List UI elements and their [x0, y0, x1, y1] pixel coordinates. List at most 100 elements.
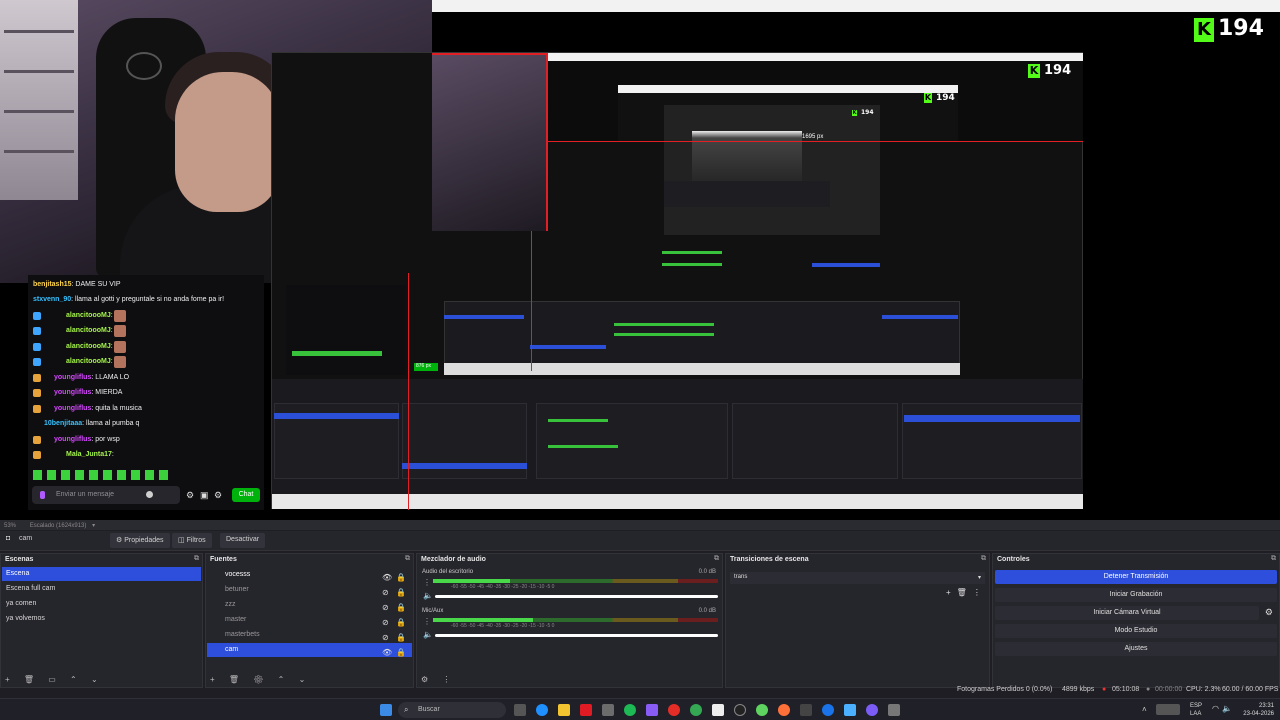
volume-meter [433, 579, 718, 583]
chat-user: stxvenn_90 [33, 296, 72, 303]
app-icon[interactable] [646, 704, 658, 716]
chat-text: : [110, 358, 113, 365]
acrobat-icon[interactable] [580, 704, 592, 716]
volume-icon[interactable]: 🔈 [1222, 704, 1232, 713]
chat-text: : LLAMA LO [91, 374, 130, 381]
app-icon[interactable] [888, 704, 900, 716]
obs-icon[interactable] [734, 704, 746, 716]
transition-actions[interactable]: +🗑⋮ [946, 588, 987, 597]
language-indicator[interactable]: ESP LAA [1190, 702, 1202, 718]
red-guide [432, 53, 547, 55]
search-icon: ⌕ [404, 705, 409, 714]
scene-item[interactable]: ya comen [2, 597, 201, 611]
speaker-icon[interactable]: 🔈 [423, 591, 433, 600]
settings-app-icon[interactable] [602, 704, 614, 716]
app-icon[interactable] [844, 704, 856, 716]
viewer-count: 194 [1218, 16, 1264, 41]
tray-icons[interactable] [1156, 704, 1180, 715]
settings-button[interactable]: Ajustes [995, 642, 1277, 656]
chat-text: : MIERDA [91, 389, 123, 396]
chat-input[interactable]: Enviar un mensaje [32, 486, 180, 504]
red-guide [547, 141, 1083, 142]
properties-button[interactable]: ⚙ Propiedades [110, 533, 170, 548]
app-icon[interactable] [712, 704, 724, 716]
firefox-icon[interactable] [778, 704, 790, 716]
start-virtualcam-button[interactable]: Iniciar Cámara Virtual [995, 606, 1259, 620]
clock-time: 23:31 [1258, 703, 1274, 709]
nested-selection [530, 345, 606, 349]
visibility-icons[interactable]: 👁 ⊘ ⊘ ⊘ ⊘ 👁 [382, 570, 392, 660]
clock[interactable]: 23:31 23-04-2026 [1236, 702, 1274, 718]
source-toolbar: ◘ cam ⚙ Propiedades ◫ Filtros Desactivar [0, 531, 1280, 551]
chat-user: alancitoooMJ [66, 358, 111, 365]
dock-undock-icon[interactable]: ⧉ [981, 555, 986, 563]
youtube-icon[interactable] [668, 704, 680, 716]
channel-name: Mic/Aux [422, 608, 444, 614]
deactivate-button[interactable]: Desactivar [220, 533, 266, 548]
studio-mode-button[interactable]: Modo Estudio [995, 624, 1277, 638]
bitrate: 4899 kbps [1062, 686, 1095, 693]
nested-source-sel [402, 463, 527, 469]
wifi-icon[interactable]: ◠ [1212, 704, 1219, 713]
px-label-1: 1695 px [802, 134, 824, 140]
lock-icons[interactable]: 🔒 🔒 🔒 🔒 🔒 🔒 [396, 570, 406, 660]
stop-stream-button[interactable]: Detener Transmisión [995, 570, 1277, 584]
spotify-icon[interactable] [624, 704, 636, 716]
dock-undock-icon[interactable]: ⧉ [714, 555, 719, 563]
shelf-image [0, 0, 78, 200]
channel-menu-icon[interactable]: ⋮ [423, 617, 431, 626]
nested-scene-sel [274, 413, 399, 419]
nested-mixer [536, 403, 728, 479]
taskbar-search[interactable]: Buscar [398, 702, 506, 718]
emote-picker-icon[interactable] [146, 491, 153, 498]
app-icon[interactable] [756, 704, 768, 716]
explorer-icon[interactable] [558, 704, 570, 716]
chat-message: youngliflus: LLAMA LO [54, 374, 129, 381]
dock-undock-icon[interactable]: ⧉ [1271, 555, 1276, 563]
chevron-up-icon[interactable]: ˄ [1142, 705, 1147, 714]
chat-text: : DAME SU VIP [71, 281, 121, 288]
scene-item[interactable]: ya volvemos [2, 612, 201, 626]
scene-item[interactable]: Escena full cam [2, 582, 201, 596]
channel-db: 0.0 dB [698, 608, 716, 614]
dock-undock-icon[interactable]: ⧉ [405, 555, 410, 563]
dropdown-icon[interactable]: ▾ [92, 523, 95, 529]
gift-icon[interactable]: ▣ [200, 490, 209, 501]
transition-select[interactable]: trans ▾ [730, 572, 985, 584]
red-guide [408, 273, 409, 510]
scenes-dock: Escenas ⧉ Escena Escena full cam ya come… [0, 553, 203, 688]
twitch-chat: benjitash15: DAME SU VIP stxvenn_90: lla… [28, 275, 264, 510]
chevron-down-icon: ▾ [977, 575, 981, 581]
app-icon[interactable] [866, 704, 878, 716]
nested-meter [662, 263, 722, 266]
channel-name: Audio del escritorio [422, 569, 474, 575]
app-icon[interactable] [822, 704, 834, 716]
volume-slider[interactable] [435, 595, 718, 598]
speaker-icon[interactable]: 🔈 [423, 630, 433, 639]
dock-undock-icon[interactable]: ⧉ [194, 555, 199, 563]
app-icon[interactable] [800, 704, 812, 716]
volume-slider[interactable] [435, 634, 718, 637]
scene-item[interactable]: Escena [2, 567, 201, 581]
settings-icon[interactable]: ⚙ [186, 490, 194, 501]
kick-logo-icon: K [1194, 18, 1214, 42]
nested-selection [444, 315, 524, 319]
windows-start-icon[interactable] [380, 704, 392, 716]
edge-icon[interactable] [536, 704, 548, 716]
channel-menu-icon[interactable]: ⋮ [423, 578, 431, 587]
chat-send-button[interactable]: Chat [232, 488, 260, 502]
task-view-icon[interactable] [514, 704, 526, 716]
windows-taskbar: Buscar ⌕ ˄ ESP LAA ◠ 🔈 23:31 23-04-2026 [0, 698, 1280, 720]
sources-dock: Fuentes ⧉ vocesss betuner zzz master mas… [205, 553, 414, 688]
clock-date: 23-04-2026 [1243, 711, 1274, 717]
selected-source-name: cam [19, 535, 33, 542]
chat-message: benjitash15: DAME SU VIP [33, 281, 121, 288]
start-recording-button[interactable]: Iniciar Grabación [995, 588, 1277, 602]
filters-button[interactable]: ◫ Filtros [172, 533, 212, 548]
gear-icon[interactable]: ⚙ [1265, 607, 1273, 618]
chrome-icon[interactable] [690, 704, 702, 716]
gear-icon[interactable]: ⚙ [214, 490, 222, 501]
chat-user: youngliflus [54, 389, 92, 396]
mic-icon[interactable] [40, 491, 45, 499]
properties-label: Propiedades [124, 537, 164, 544]
